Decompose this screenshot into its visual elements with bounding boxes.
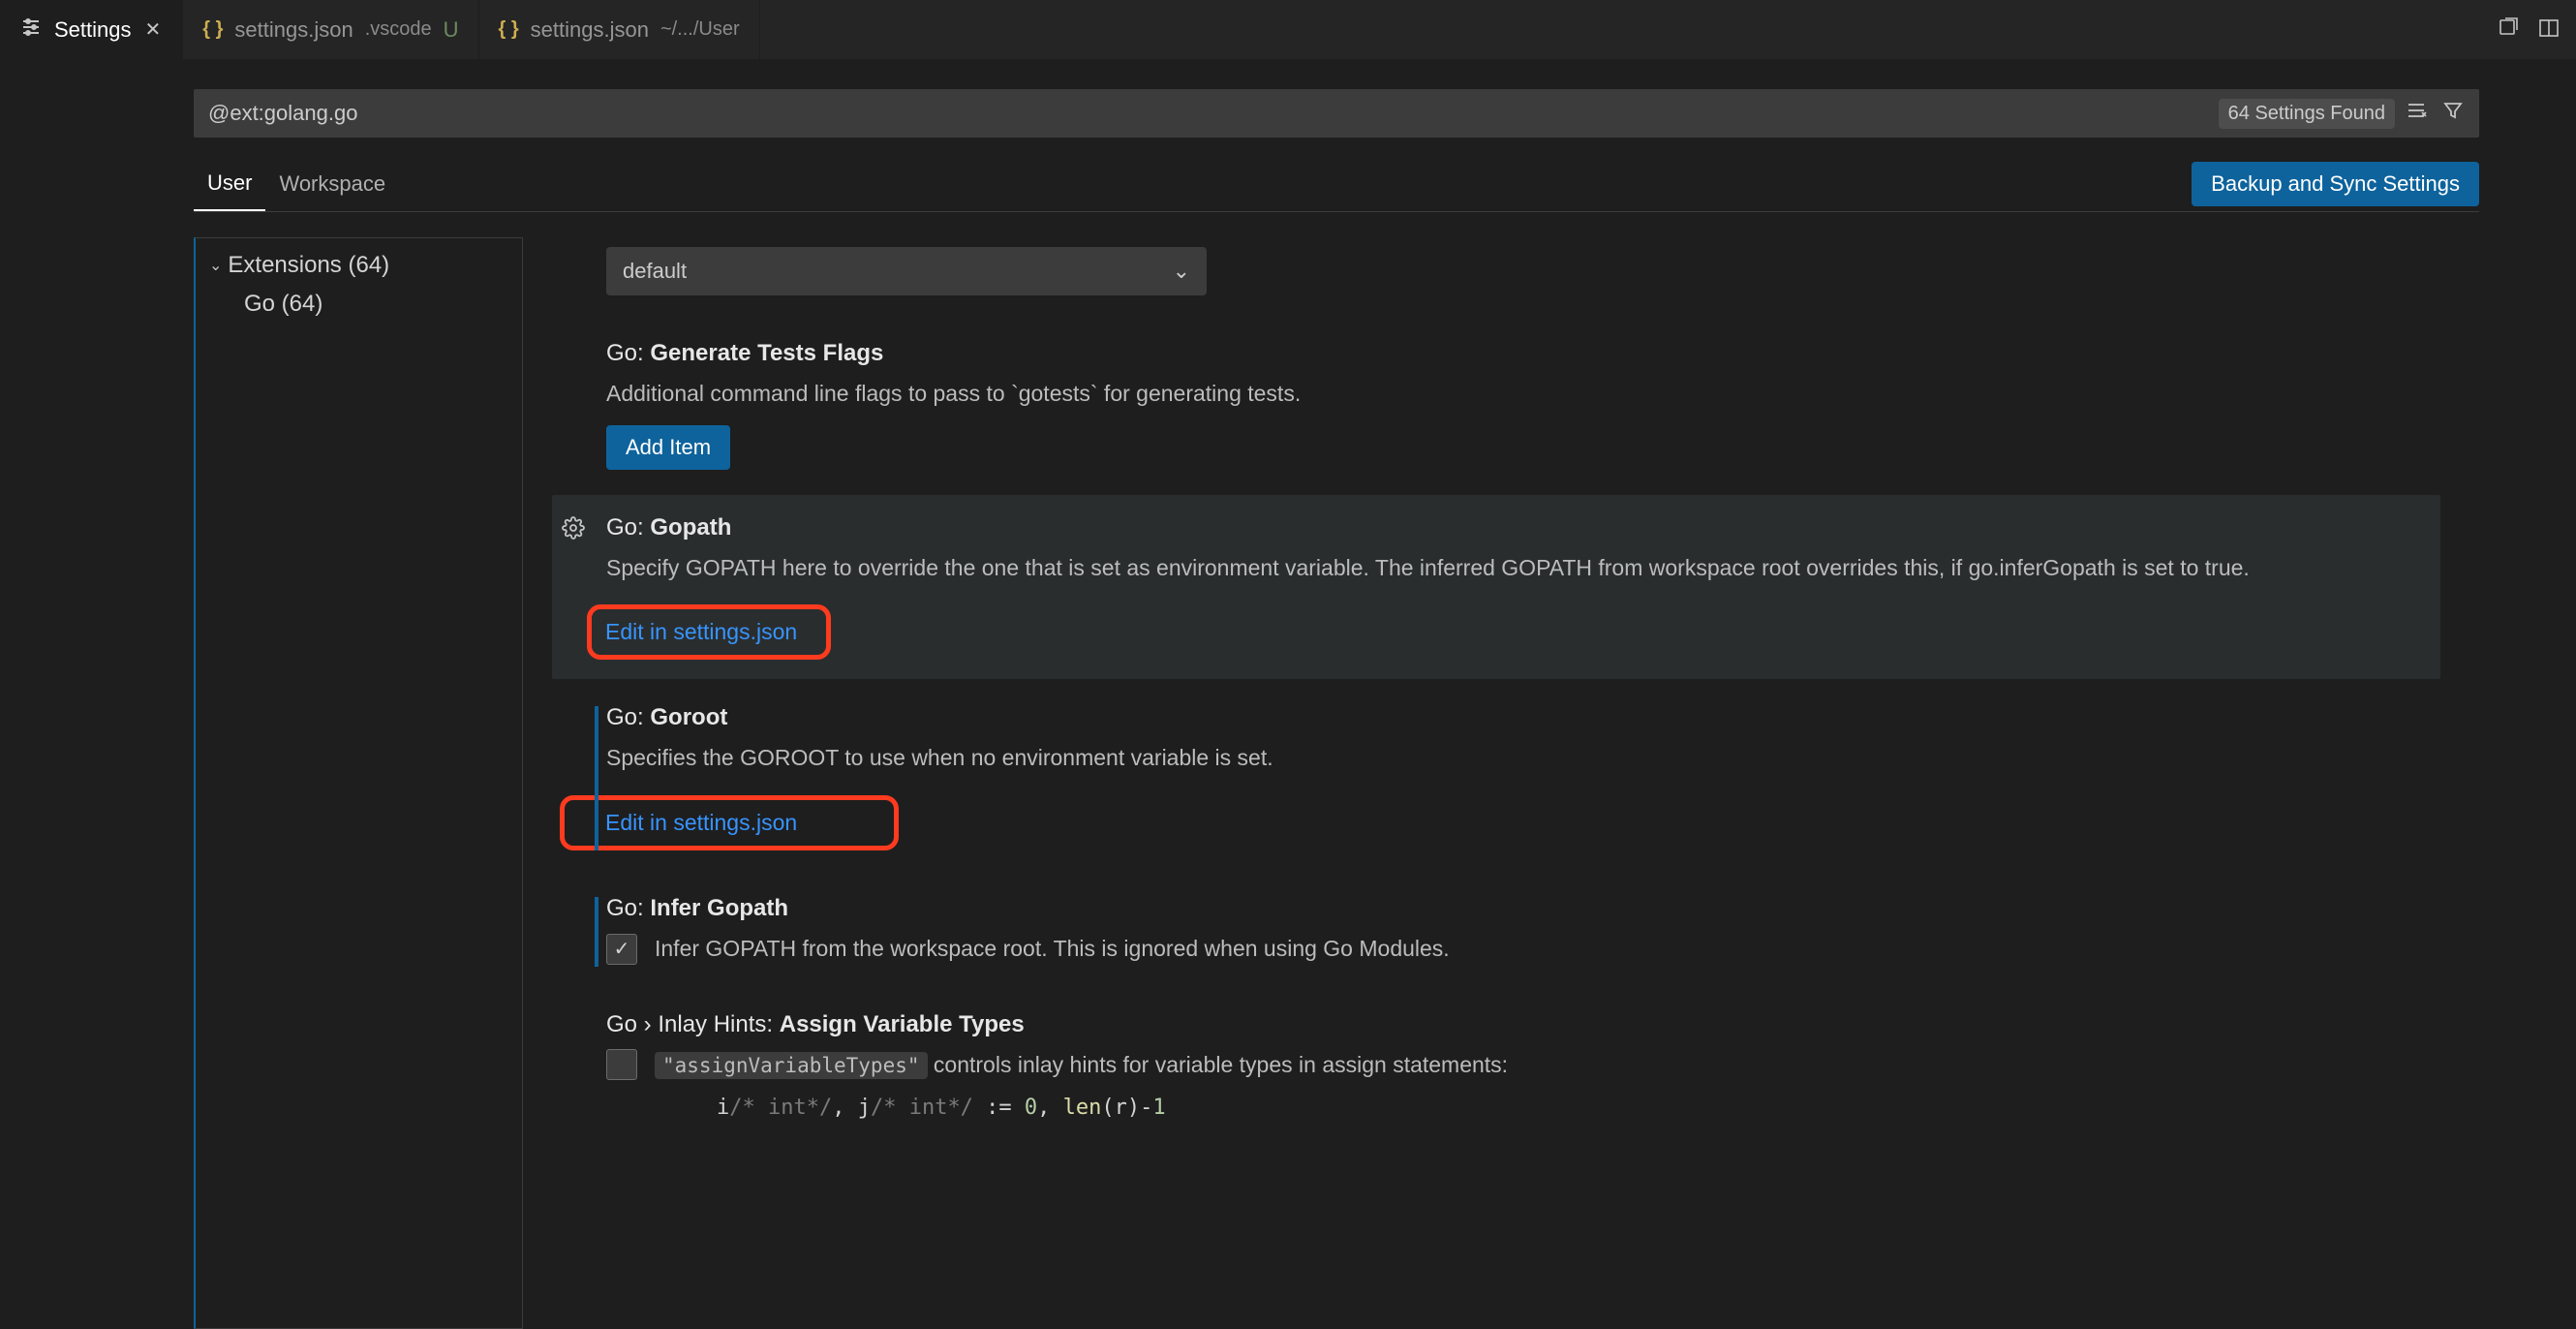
settings-icon — [19, 15, 43, 45]
tab-description: .vscode — [365, 18, 432, 41]
settings-editor: 64 Settings Found User Workspace Backup … — [0, 60, 2576, 1329]
gear-icon[interactable] — [562, 516, 585, 545]
infer-gopath-checkbox[interactable]: ✓ — [606, 934, 637, 965]
inlay-assign-types-checkbox[interactable] — [606, 1049, 637, 1080]
setting-title: Go: Generate Tests Flags — [606, 340, 2407, 367]
setting-inlay-assign-variable-types: Go › Inlay Hints: Assign Variable Types … — [552, 992, 2440, 1140]
git-status: U — [444, 17, 459, 43]
search-row: 64 Settings Found — [194, 89, 2479, 138]
sidebar-item-label: Extensions (64) — [228, 252, 389, 279]
tab-label: settings.json — [531, 17, 649, 43]
scope-tabs: User Workspace Backup and Sync Settings — [194, 161, 2479, 212]
tab-label: Settings — [54, 17, 132, 43]
open-json-icon[interactable] — [2497, 16, 2520, 43]
tab-description: ~/.../User — [660, 18, 740, 41]
edit-in-settings-json-link[interactable]: Edit in settings.json — [578, 810, 797, 835]
split-editor-icon[interactable] — [2537, 16, 2561, 43]
setting-description: Infer GOPATH from the workspace root. Th… — [655, 932, 1450, 967]
filter-icon[interactable] — [2441, 99, 2465, 128]
setting-gopath: Go: Gopath Specify GOPATH here to overri… — [552, 495, 2440, 680]
tab-settings[interactable]: Settings ✕ — [0, 0, 183, 59]
highlight-box: Edit in settings.json — [587, 604, 831, 660]
setting-dropdown-block: default ⌄ — [552, 243, 2440, 315]
dropdown-value: default — [623, 259, 687, 284]
sidebar-item-extensions[interactable]: ⌄ Extensions (64) — [196, 246, 522, 285]
tab-settings-json-vscode[interactable]: { } settings.json .vscode U — [183, 0, 478, 59]
checkbox-row: ✓ Infer GOPATH from the workspace root. … — [606, 932, 2407, 967]
setting-title: Go › Inlay Hints: Assign Variable Types — [606, 1011, 2407, 1038]
tab-label: settings.json — [234, 17, 353, 43]
json-icon: { } — [202, 18, 223, 41]
setting-title: Go: Goroot — [606, 704, 2407, 731]
setting-description: Specifies the GOROOT to use when no envi… — [606, 741, 2407, 776]
modified-indicator — [595, 897, 598, 967]
sidebar-item-go[interactable]: Go (64) — [196, 285, 522, 324]
search-input[interactable] — [208, 101, 2219, 126]
modified-indicator — [595, 706, 598, 850]
highlight-box: Edit in settings.json — [560, 795, 899, 850]
edit-in-settings-json-link[interactable]: Edit in settings.json — [605, 619, 797, 644]
close-icon[interactable]: ✕ — [143, 17, 164, 42]
setting-title: Go: Gopath — [606, 514, 2407, 541]
setting-description: Specify GOPATH here to override the one … — [606, 551, 2407, 586]
sidebar-item-label: Go (64) — [244, 291, 322, 317]
setting-description: Additional command line flags to pass to… — [606, 377, 2407, 412]
code-term: "assignVariableTypes" — [655, 1052, 928, 1079]
search-box: 64 Settings Found — [194, 89, 2479, 138]
tab-actions — [2497, 0, 2576, 59]
clear-search-icon[interactable] — [2405, 99, 2428, 128]
content-row: ⌄ Extensions (64) Go (64) default ⌄ Go: — [194, 237, 2479, 1329]
checkbox-row: "assignVariableTypes" controls inlay hin… — [606, 1048, 2407, 1083]
settings-list[interactable]: default ⌄ Go: Generate Tests Flags Addit… — [523, 237, 2479, 1329]
setting-title: Go: Infer Gopath — [606, 895, 2407, 922]
code-example: i/* int*/, j/* int*/ := 0, len(r)-1 — [606, 1096, 2407, 1120]
setting-dropdown[interactable]: default ⌄ — [606, 247, 1207, 295]
setting-description: "assignVariableTypes" controls inlay hin… — [655, 1048, 1508, 1083]
backup-sync-button[interactable]: Backup and Sync Settings — [2192, 162, 2479, 206]
setting-generate-tests-flags: Go: Generate Tests Flags Additional comm… — [552, 321, 2440, 489]
setting-goroot: Go: Goroot Specifies the GOROOT to use w… — [552, 685, 2440, 870]
chevron-down-icon: ⌄ — [209, 256, 222, 275]
setting-infer-gopath: Go: Infer Gopath ✓ Infer GOPATH from the… — [552, 876, 2440, 986]
tab-settings-json-user[interactable]: { } settings.json ~/.../User — [479, 0, 760, 59]
add-item-button[interactable]: Add Item — [606, 425, 730, 470]
tab-bar: Settings ✕ { } settings.json .vscode U {… — [0, 0, 2576, 60]
chevron-down-icon: ⌄ — [1173, 259, 1190, 284]
scope-tab-workspace[interactable]: Workspace — [265, 162, 399, 210]
scope-tab-user[interactable]: User — [194, 161, 265, 211]
json-icon: { } — [499, 18, 519, 41]
settings-found-badge: 64 Settings Found — [2219, 99, 2395, 129]
settings-tree: ⌄ Extensions (64) Go (64) — [194, 237, 523, 1329]
